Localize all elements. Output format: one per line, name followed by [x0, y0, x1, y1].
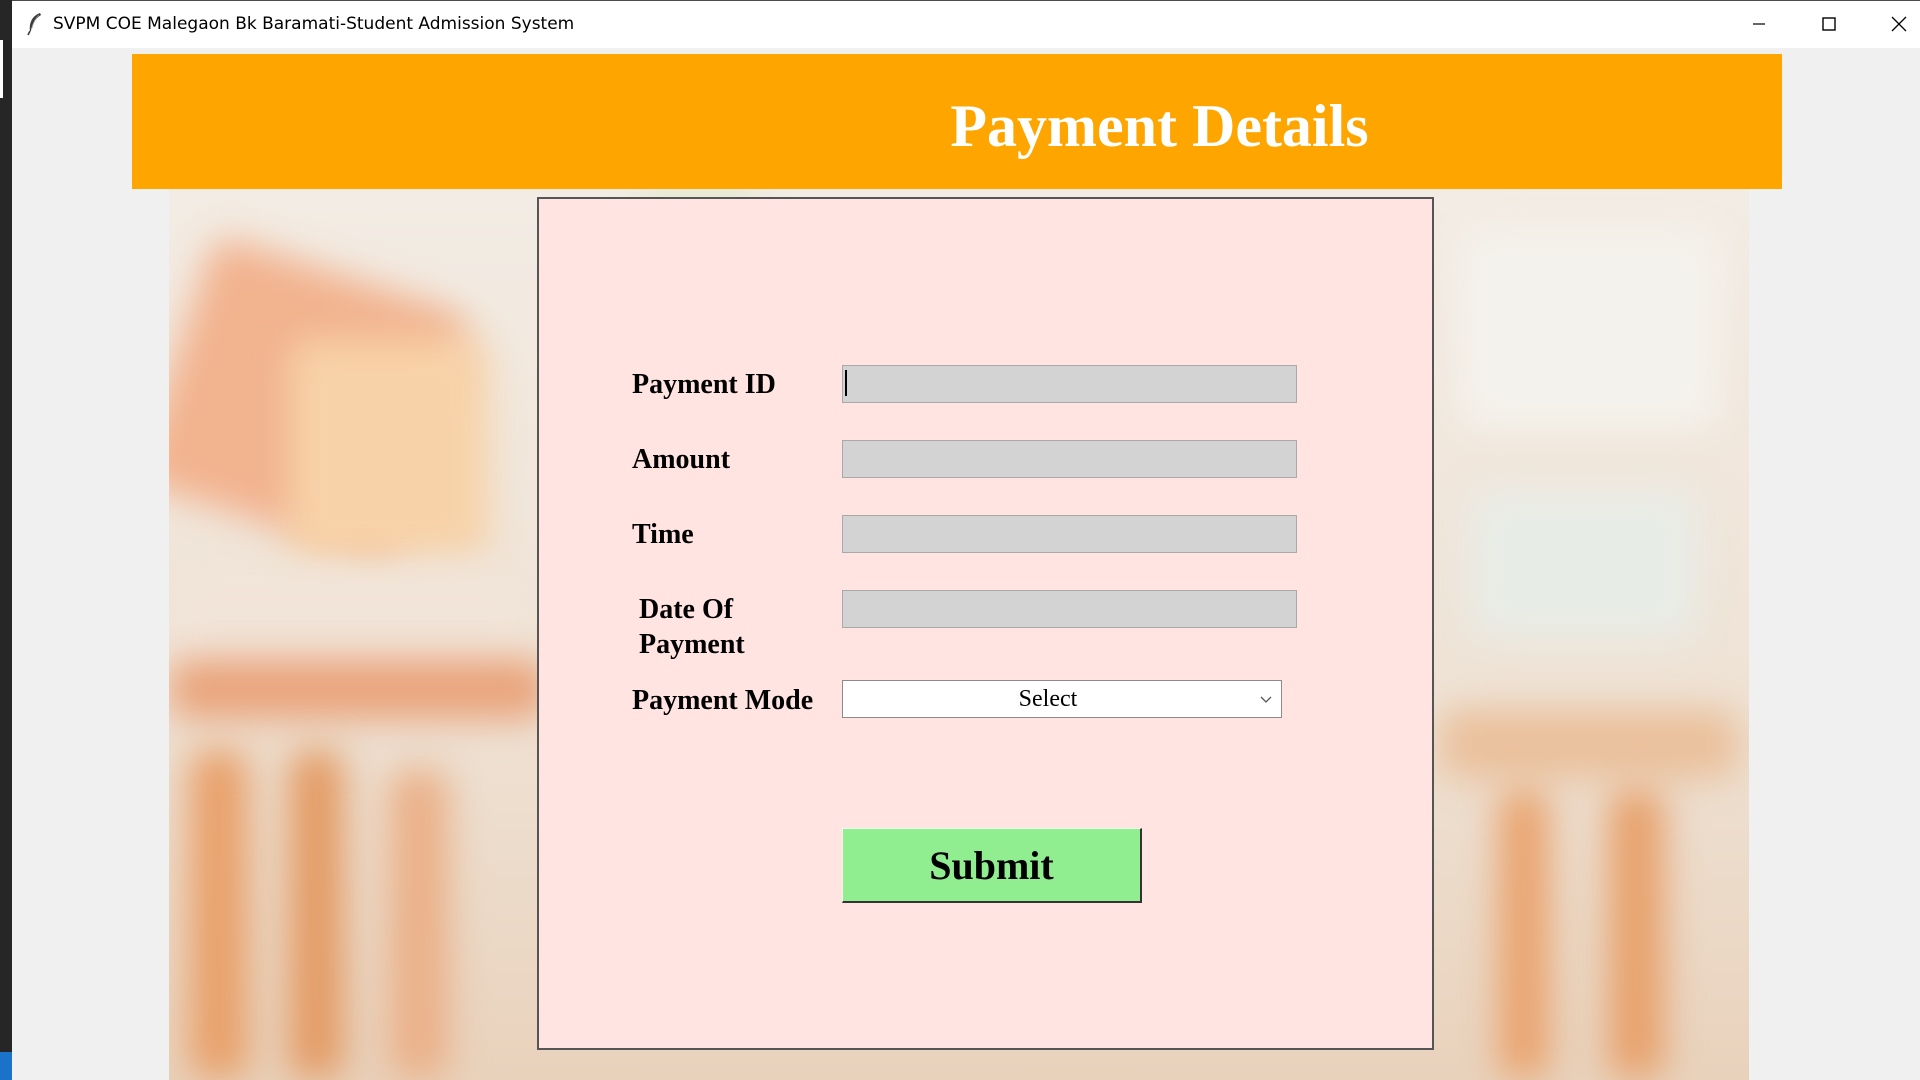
- title-bar[interactable]: SVPM COE Malegaon Bk Baramati-Student Ad…: [12, 0, 1920, 48]
- app-window: SVPM COE Malegaon Bk Baramati-Student Ad…: [12, 0, 1920, 1080]
- header-banner: Payment Details: [132, 54, 1782, 189]
- desktop-edge-accent: [0, 40, 3, 98]
- payment-mode-selected-value: Select: [1018, 685, 1078, 712]
- minimize-icon: [1753, 23, 1765, 25]
- minimize-button[interactable]: [1724, 1, 1794, 47]
- chevron-down-icon[interactable]: [1259, 693, 1273, 705]
- payment-form: Payment ID Amount Time Date Of Payment P…: [537, 197, 1434, 1050]
- window-title: SVPM COE Malegaon Bk Baramati-Student Ad…: [53, 14, 575, 34]
- date-of-payment-field[interactable]: [842, 590, 1297, 628]
- desktop-edge: [0, 0, 12, 1080]
- payment-mode-dropdown[interactable]: Select: [842, 680, 1282, 718]
- date-of-payment-label-line1: Date Of: [639, 594, 734, 625]
- maximize-icon: [1822, 17, 1836, 31]
- close-icon: [1891, 16, 1907, 32]
- payment-id-field[interactable]: [842, 365, 1297, 403]
- taskbar-fragment: [0, 1052, 12, 1080]
- feather-icon: [27, 13, 41, 36]
- payment-id-label: Payment ID: [632, 369, 776, 400]
- page-title: Payment Details: [950, 93, 1369, 159]
- maximize-button[interactable]: [1794, 1, 1864, 47]
- payment-mode-label: Payment Mode: [632, 685, 814, 716]
- amount-label: Amount: [632, 444, 731, 475]
- time-field[interactable]: [842, 515, 1297, 553]
- text-cursor: [845, 370, 847, 396]
- amount-field[interactable]: [842, 440, 1297, 478]
- submit-button[interactable]: Submit: [842, 828, 1142, 903]
- time-label: Time: [632, 519, 694, 550]
- date-of-payment-label-line2: Payment: [639, 629, 745, 660]
- payment-id-field-wrap: [842, 365, 1297, 403]
- close-button[interactable]: [1864, 1, 1920, 47]
